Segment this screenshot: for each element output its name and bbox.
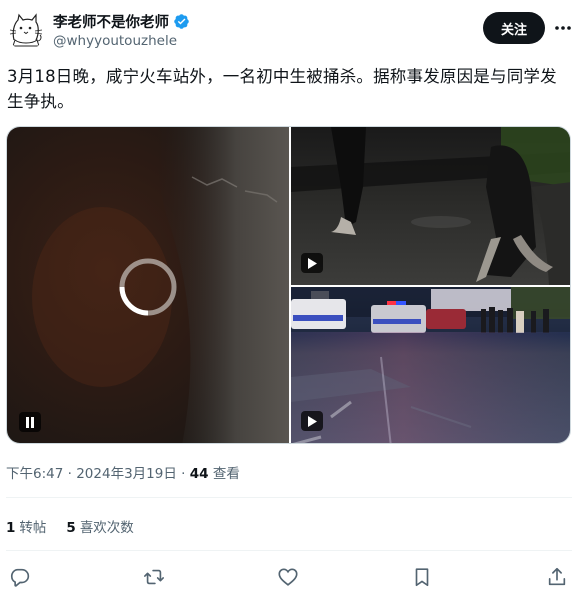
likes-label: 喜欢次数 (79, 520, 134, 536)
repost-icon (144, 569, 164, 585)
video-1-frame (7, 127, 289, 443)
views-label: 查看 (212, 466, 240, 482)
tweet-meta: 下午6:47 · 2024年3月19日 · 44 查看 (6, 462, 240, 482)
divider (6, 497, 572, 498)
pause-button[interactable] (19, 412, 41, 432)
bookmark-icon (415, 568, 429, 587)
verified-badge-icon (174, 13, 189, 29)
tweet-text-line-2: 生争执。 (7, 92, 74, 111)
post-time[interactable]: 下午6:47 (6, 466, 63, 482)
share-icon (548, 567, 566, 586)
cat-sketch-avatar-icon (6, 10, 46, 50)
tweet-header: 李老师不是你老师 @whyyoutouzhele 关注 (0, 0, 586, 60)
share-button[interactable] (545, 565, 569, 589)
more-options-icon (555, 26, 571, 30)
media-video-1[interactable] (7, 127, 289, 443)
like-icon (278, 568, 298, 586)
likes-count: 5 (66, 520, 76, 536)
play-icon (308, 415, 317, 427)
media-video-2[interactable] (291, 127, 570, 285)
author-handle[interactable]: @whyyoutouzhele (53, 33, 177, 49)
play-button-video-3[interactable] (301, 411, 323, 431)
like-button[interactable] (276, 565, 300, 589)
meta-separator: · (181, 466, 186, 482)
tweet-text-line-1: 3月18日晚，咸宁火车站外，一名初中生被捅杀。据称事发原因是与同学发 (7, 67, 557, 86)
views-count: 44 (189, 466, 209, 482)
media-video-3[interactable] (291, 287, 570, 443)
media-grid (6, 126, 571, 444)
video-2-frame (291, 127, 570, 285)
avatar[interactable] (6, 10, 46, 50)
pause-icon (26, 416, 34, 428)
meta-separator: · (67, 466, 72, 482)
tweet-text: 3月18日晚，咸宁火车站外，一名初中生被捅杀。据称事发原因是与同学发 生争执。 (7, 64, 579, 114)
post-date[interactable]: 2024年3月19日 (76, 466, 177, 482)
video-3-frame (291, 287, 570, 443)
reply-icon (10, 568, 30, 587)
tweet-actions (0, 562, 586, 592)
divider (6, 550, 572, 551)
reposts-count: 1 (6, 520, 16, 536)
author-name-row[interactable]: 李老师不是你老师 (53, 11, 190, 31)
play-icon (308, 257, 317, 269)
likes-stat[interactable]: 5 喜欢次数 (66, 516, 133, 536)
reposts-stat[interactable]: 1 转帖 (6, 516, 46, 536)
tweet-stats: 1 转帖 5 喜欢次数 (6, 516, 154, 536)
reposts-label: 转帖 (19, 520, 47, 536)
bookmark-button[interactable] (410, 565, 434, 589)
reply-button[interactable] (8, 565, 32, 589)
play-button-video-2[interactable] (301, 253, 323, 273)
author-display-name[interactable]: 李老师不是你老师 (53, 11, 169, 32)
repost-button[interactable] (142, 565, 166, 589)
follow-button[interactable]: 关注 (483, 12, 545, 44)
more-options-button[interactable] (550, 14, 576, 42)
